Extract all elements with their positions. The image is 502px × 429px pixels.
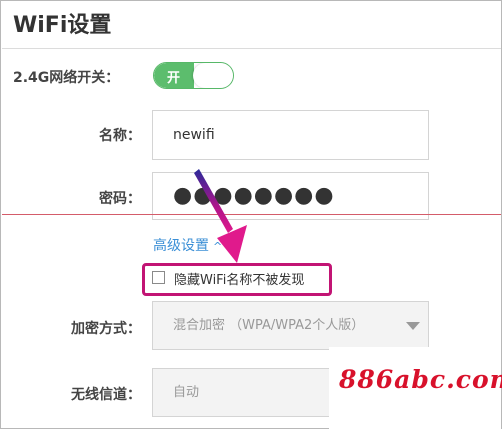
- advanced-settings-label: 高级设置: [153, 238, 209, 254]
- encryption-selected-value: 混合加密 （WPA/WPA2个人版）: [173, 318, 365, 333]
- wifi-switch-label: 2.4G网络开关：: [13, 70, 120, 86]
- ssid-name-input[interactable]: newifi: [152, 110, 429, 160]
- wifi-toggle-switch[interactable]: 开: [153, 62, 234, 89]
- password-label: 密码：: [99, 191, 141, 207]
- chevron-down-icon: [406, 322, 420, 330]
- title-divider: [2, 48, 501, 49]
- encryption-label: 加密方式：: [71, 321, 141, 337]
- site-watermark: 886abc.com: [339, 365, 502, 394]
- hide-ssid-label[interactable]: 隐藏WiFi名称不被发现: [174, 269, 304, 288]
- toggle-state-text: 开: [167, 71, 181, 86]
- name-label: 名称：: [99, 128, 141, 144]
- toggle-knob[interactable]: [193, 63, 233, 88]
- wifi-settings-panel: WiFi设置 2.4G网络开关： 开 名称： newifi 密码： ●●●●●●…: [0, 0, 502, 429]
- page-title: WiFi设置: [13, 13, 112, 38]
- hide-ssid-checkbox[interactable]: [152, 271, 165, 284]
- channel-select[interactable]: 自动: [152, 368, 352, 417]
- chevron-up-icon: ^: [213, 240, 223, 253]
- password-input[interactable]: ●●●●●●●●: [152, 172, 429, 220]
- advanced-settings-link[interactable]: 高级设置 ^: [153, 235, 222, 255]
- channel-label: 无线信道：: [71, 387, 141, 403]
- channel-selected-value: 自动: [173, 385, 200, 400]
- encryption-select[interactable]: 混合加密 （WPA/WPA2个人版）: [152, 301, 429, 350]
- annotation-line: [2, 214, 501, 215]
